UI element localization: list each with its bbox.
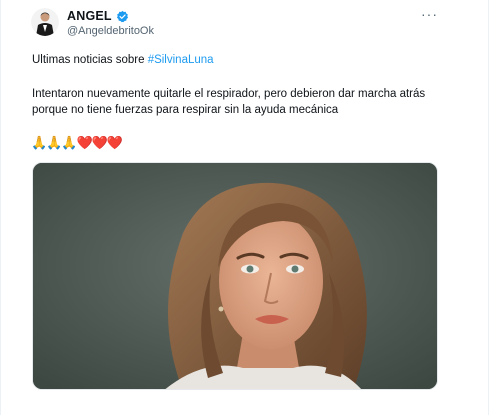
tweet-body-text: Intentaron nuevamente quitarle el respir… [32,88,426,116]
author-avatar[interactable] [31,8,59,36]
tweet-card[interactable]: ANGEL @AngeldebritoOk ··· Ultimas notici… [0,0,489,415]
portrait-photo-icon [33,163,437,389]
author-handle[interactable]: @AngeldebritoOk [67,25,154,37]
hashtag-link[interactable]: #SilvinaLuna [148,54,214,66]
tweet-media-photo[interactable] [32,162,438,390]
emoji-row: 🙏🙏🙏❤️❤️❤️ [31,135,123,150]
tweet-text-line1: Ultimas noticias sobre #SilvinaLuna [32,52,452,68]
more-dots-icon[interactable]: ··· [421,6,438,22]
man-in-black-suit-avatar-icon [31,8,59,36]
verified-badge-icon [116,10,128,22]
author-name[interactable]: ANGEL [67,9,112,23]
tweet-text-prefix: Ultimas noticias sobre [32,54,148,66]
tweet-header: ANGEL @AngeldebritoOk [67,9,154,37]
